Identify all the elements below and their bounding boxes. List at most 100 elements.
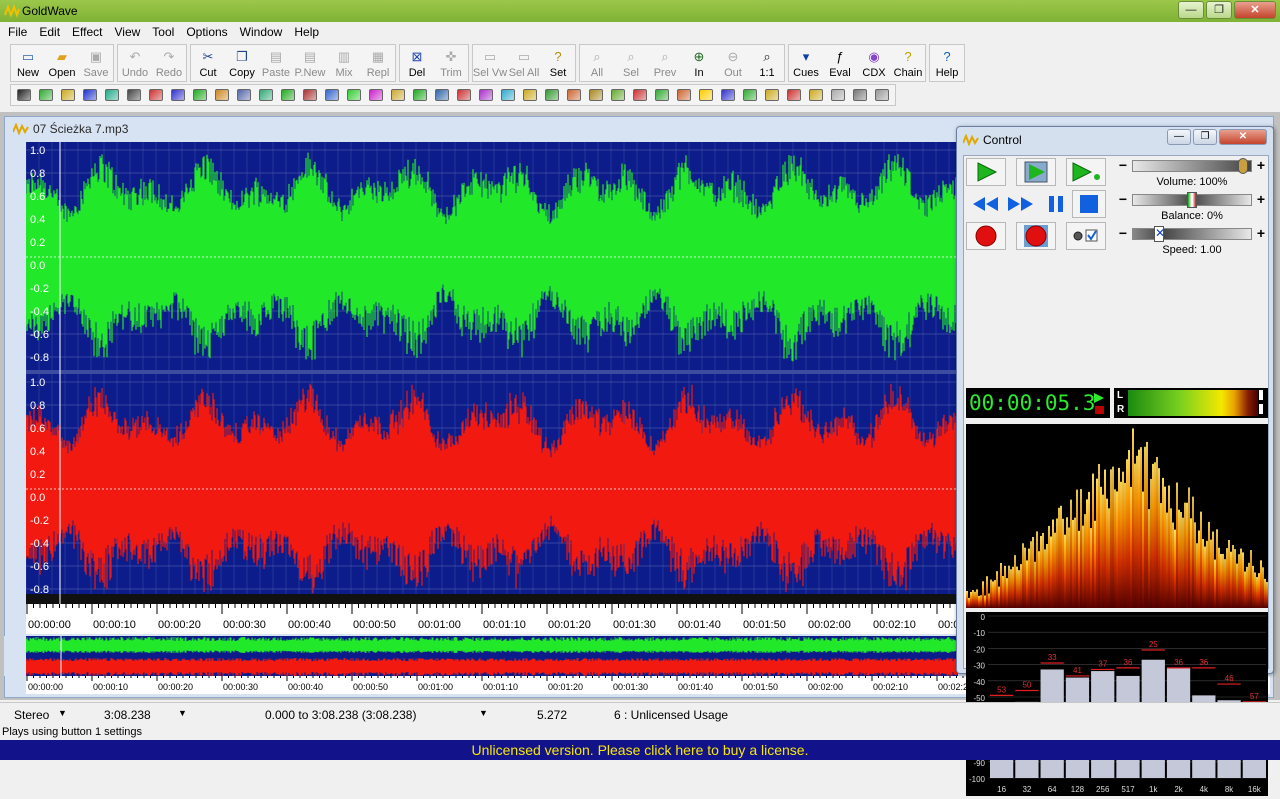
effect-tool-icon[interactable] — [673, 86, 694, 104]
close-button[interactable]: ✕ — [1234, 1, 1276, 19]
file-length[interactable]: 3:08.238 — [104, 708, 151, 722]
1-1-button[interactable]: ⌕ 1:1 — [750, 45, 784, 81]
effect-tool-icon[interactable] — [849, 86, 870, 104]
volume-decrease-button[interactable]: − — [1116, 158, 1130, 174]
effect-tool-icon[interactable] — [299, 86, 320, 104]
control-minimize-button[interactable]: — — [1167, 129, 1191, 145]
in-button[interactable]: ⊕ In — [682, 45, 716, 81]
play-from-cursor-button[interactable] — [1066, 158, 1106, 186]
license-banner[interactable]: Unlicensed version. Please click here to… — [0, 740, 1280, 760]
menu-file[interactable]: File — [2, 25, 33, 39]
control-window[interactable]: Control — ❐ ✕ − + Volume: 100% − + Balan… — [956, 126, 1274, 796]
balance-slider[interactable]: − + — [1116, 192, 1268, 208]
play-button[interactable] — [966, 158, 1006, 186]
trim-button[interactable]: ✜ Trim — [434, 45, 468, 81]
sel-button[interactable]: ⌕ Sel — [614, 45, 648, 81]
minimize-button[interactable]: — — [1178, 1, 1204, 19]
del-button[interactable]: ⊠ Del — [400, 45, 434, 81]
effect-tool-icon[interactable] — [343, 86, 364, 104]
balance-thumb[interactable] — [1187, 192, 1197, 208]
help-button[interactable]: ? Help — [930, 45, 964, 81]
effect-tool-icon[interactable] — [695, 86, 716, 104]
effect-tool-icon[interactable] — [871, 86, 892, 104]
record-button[interactable] — [966, 222, 1006, 250]
effect-tool-icon[interactable] — [387, 86, 408, 104]
speed-track[interactable] — [1132, 228, 1252, 240]
stop-button[interactable] — [1072, 190, 1106, 218]
effect-tool-icon[interactable] — [607, 86, 628, 104]
record-new-button[interactable] — [1016, 222, 1056, 250]
menu-help[interactable]: Help — [288, 25, 325, 39]
effect-tool-icon[interactable] — [827, 86, 848, 104]
sel-vw-button[interactable]: ▭ Sel Vw — [473, 45, 507, 81]
menu-edit[interactable]: Edit — [33, 25, 66, 39]
timeline-ruler[interactable]: 00:00:00 00:00:10 00:00:20 00:00:30 00:00:40… — [26, 604, 958, 634]
effect-tool-icon[interactable] — [585, 86, 606, 104]
maximize-button[interactable]: ❐ — [1206, 1, 1232, 19]
effect-tool-icon[interactable] — [211, 86, 232, 104]
effect-tool-icon[interactable] — [277, 86, 298, 104]
new-button[interactable]: ▭ New — [11, 45, 45, 81]
effect-tool-icon[interactable] — [321, 86, 342, 104]
redo-button[interactable]: ↷ Redo — [152, 45, 186, 81]
speed-increase-button[interactable]: + — [1254, 226, 1268, 242]
effect-tool-icon[interactable] — [365, 86, 386, 104]
mix-button[interactable]: ▥ Mix — [327, 45, 361, 81]
channel-mode[interactable]: Stereo — [14, 708, 49, 722]
effect-tool-icon[interactable] — [651, 86, 672, 104]
sel-all-button[interactable]: ▭ Sel All — [507, 45, 541, 81]
menu-effect[interactable]: Effect — [66, 25, 108, 39]
open-button[interactable]: ▰ Open — [45, 45, 79, 81]
speed-slider[interactable]: − ✕ + — [1116, 226, 1268, 242]
effect-tool-icon[interactable] — [101, 86, 122, 104]
fast-forward-button[interactable] — [1000, 190, 1040, 218]
channel-mode-dropdown-icon[interactable]: ▼ — [58, 708, 67, 718]
monitor-options-button[interactable] — [1066, 222, 1106, 250]
effect-tool-icon[interactable] — [453, 86, 474, 104]
balance-increase-button[interactable]: + — [1254, 192, 1268, 208]
volume-slider[interactable]: − + — [1116, 158, 1268, 174]
control-close-button[interactable]: ✕ — [1219, 129, 1267, 145]
effect-tool-icon[interactable] — [13, 86, 34, 104]
menu-view[interactable]: View — [109, 25, 147, 39]
effect-tool-icon[interactable] — [35, 86, 56, 104]
effect-tool-icon[interactable] — [233, 86, 254, 104]
control-maximize-button[interactable]: ❐ — [1193, 129, 1217, 145]
effect-tool-icon[interactable] — [79, 86, 100, 104]
effect-tool-icon[interactable] — [519, 86, 540, 104]
pause-button[interactable] — [1040, 190, 1072, 218]
volume-thumb[interactable] — [1238, 158, 1248, 174]
effect-tool-icon[interactable] — [145, 86, 166, 104]
effect-tool-icon[interactable] — [409, 86, 430, 104]
effect-tool-icon[interactable] — [761, 86, 782, 104]
p-new-button[interactable]: ▤ P.New — [293, 45, 327, 81]
effect-tool-icon[interactable] — [783, 86, 804, 104]
undo-button[interactable]: ↶ Undo — [118, 45, 152, 81]
copy-button[interactable]: ❐ Copy — [225, 45, 259, 81]
length-dropdown-icon[interactable]: ▼ — [178, 708, 187, 718]
volume-increase-button[interactable]: + — [1254, 158, 1268, 174]
volume-track[interactable] — [1132, 160, 1252, 172]
play-selection-button[interactable] — [1016, 158, 1056, 186]
speed-decrease-button[interactable]: − — [1116, 226, 1130, 242]
effect-tool-icon[interactable] — [123, 86, 144, 104]
effect-tool-icon[interactable] — [475, 86, 496, 104]
effect-tool-icon[interactable] — [739, 86, 760, 104]
effect-tool-icon[interactable] — [497, 86, 518, 104]
cues-button[interactable]: ▾ Cues — [789, 45, 823, 81]
effect-tool-icon[interactable] — [629, 86, 650, 104]
effect-tool-icon[interactable] — [255, 86, 276, 104]
menu-tool[interactable]: Tool — [146, 25, 180, 39]
effect-tool-icon[interactable] — [189, 86, 210, 104]
prev-button[interactable]: ⌕ Prev — [648, 45, 682, 81]
effect-tool-icon[interactable] — [167, 86, 188, 104]
balance-decrease-button[interactable]: − — [1116, 192, 1130, 208]
effect-tool-icon[interactable] — [563, 86, 584, 104]
selection-dropdown-icon[interactable]: ▼ — [479, 708, 488, 718]
eval-button[interactable]: ƒ Eval — [823, 45, 857, 81]
menu-options[interactable]: Options — [180, 25, 233, 39]
effect-tool-icon[interactable] — [431, 86, 452, 104]
chain-button[interactable]: ? Chain — [891, 45, 925, 81]
out-button[interactable]: ⊖ Out — [716, 45, 750, 81]
waveform-view[interactable]: 1.0 1.0 0.8 0.8 0.6 0.6 0.4 0.4 0.2 0.2 0.0 0.0 -0.2… — [26, 142, 958, 604]
